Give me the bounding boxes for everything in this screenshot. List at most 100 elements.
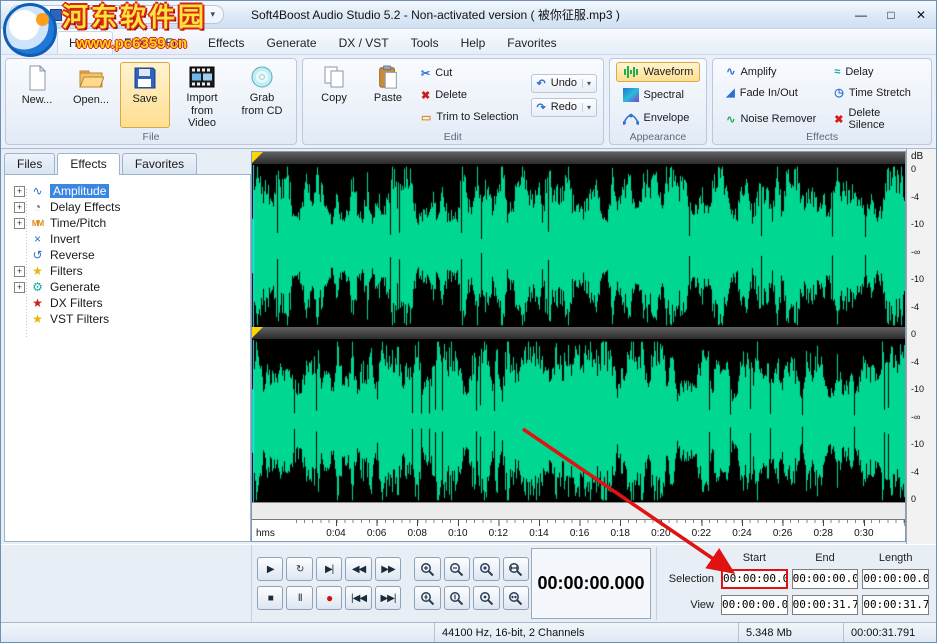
delete-button[interactable]: ✖ Delete — [417, 88, 523, 103]
grab-from-cd-button[interactable]: Grab from CD — [234, 62, 290, 128]
time-stretch-button[interactable]: ◷ Time Stretch — [827, 83, 925, 102]
tree-item-invert[interactable]: × Invert — [9, 231, 246, 247]
expand-icon[interactable]: + — [14, 186, 25, 197]
tree-item-amplitude[interactable]: + ∿ Amplitude — [9, 183, 246, 199]
tree-item-delay-effects[interactable]: + ◔ Delay Effects — [9, 199, 246, 215]
tree-item-reverse[interactable]: ↺ Reverse — [9, 247, 246, 263]
expand-icon[interactable]: + — [14, 282, 25, 293]
zoom-in-button[interactable] — [414, 557, 440, 581]
pause-button[interactable]: Ⅱ — [286, 586, 312, 610]
delete-silence-button[interactable]: ✖ Delete Silence — [827, 104, 925, 134]
expand-icon[interactable]: + — [14, 266, 25, 277]
menu-favorites[interactable]: Favorites — [496, 32, 567, 54]
play-button[interactable]: ▶ — [257, 557, 283, 581]
rewind-button[interactable]: ◀◀ — [345, 557, 371, 581]
menu-edit[interactable]: Edit — [154, 32, 197, 54]
waveform-editor[interactable]: hms0:040:060:080:100:120:140:160:180:200… — [251, 151, 906, 542]
zoom-out-button[interactable] — [444, 557, 470, 581]
view-end-field[interactable] — [792, 595, 859, 615]
selection-length-field[interactable] — [862, 569, 929, 589]
waveform-channel-right[interactable] — [252, 340, 905, 502]
open-button[interactable]: Open... — [66, 62, 116, 128]
redo-dropdown-icon[interactable]: ▾ — [582, 103, 591, 112]
zoom-fit-button[interactable] — [503, 586, 529, 610]
tree-item-dx-filters[interactable]: ★ DX Filters — [9, 295, 246, 311]
zoom-custom-button[interactable] — [473, 557, 499, 581]
save-button[interactable]: Save — [120, 62, 170, 128]
zoom-out-vertical-button[interactable] — [444, 586, 470, 610]
view-length-field[interactable] — [862, 595, 929, 615]
import-from-video-label: Import from Video — [178, 92, 226, 130]
menu-help[interactable]: Help — [450, 32, 497, 54]
minimize-button[interactable]: — — [846, 4, 876, 26]
quick-access-dropdown-icon[interactable]: ▾ — [210, 9, 215, 20]
tab-files[interactable]: Files — [4, 153, 55, 174]
clock-icon: ◷ — [834, 86, 844, 99]
quick-open-icon[interactable] — [34, 9, 46, 21]
quick-access-toolbar[interactable]: ▾ — [9, 5, 224, 24]
close-button[interactable]: ✕ — [906, 4, 936, 26]
go-to-end-button[interactable]: ▶▶| — [375, 586, 401, 610]
menu-effects[interactable]: Effects — [197, 32, 255, 54]
marker-bar-channel-2[interactable] — [252, 327, 905, 340]
record-button[interactable]: ● — [316, 586, 342, 610]
quick-wave-icon[interactable] — [66, 9, 78, 21]
star-icon: ★ — [30, 312, 45, 326]
trim-to-selection-button[interactable]: ▭ Trim to Selection — [417, 110, 523, 125]
new-button[interactable]: New... — [12, 62, 62, 128]
maximize-button[interactable]: □ — [876, 4, 906, 26]
waveform-channel-left[interactable] — [252, 165, 905, 327]
paste-button[interactable]: Paste — [363, 62, 413, 128]
selection-start-field[interactable] — [721, 569, 788, 589]
zoom-normal-button[interactable] — [473, 586, 499, 610]
waveform-scroll-strip[interactable] — [252, 502, 905, 519]
time-ruler[interactable]: hms0:040:060:080:100:120:140:160:180:200… — [252, 519, 905, 541]
noise-remover-button[interactable]: ∿ Noise Remover — [719, 104, 823, 134]
spectral-view-button[interactable]: Spectral — [616, 85, 701, 105]
noise-remover-icon: ∿ — [726, 113, 735, 126]
tree-item-generate[interactable]: + ⚙ Generate — [9, 279, 246, 295]
db-tick-label: 0 — [911, 329, 936, 339]
menu-tools[interactable]: Tools — [400, 32, 450, 54]
tab-effects[interactable]: Effects — [57, 153, 119, 175]
quick-save-icon[interactable] — [50, 9, 62, 21]
menu-dx-vst[interactable]: DX / VST — [328, 32, 400, 54]
amplify-button[interactable]: ∿ Amplify — [719, 62, 823, 81]
waveform-view-button[interactable]: Waveform — [616, 62, 701, 82]
zoom-selection-button[interactable] — [503, 557, 529, 581]
tree-item-filters[interactable]: + ★ Filters — [9, 263, 246, 279]
loop-play-button[interactable]: ↻ — [286, 557, 312, 581]
undo-button[interactable]: ↶ Undo ▾ — [531, 74, 597, 93]
menu-home[interactable]: Home — [57, 31, 113, 54]
envelope-view-button[interactable]: Envelope — [616, 108, 701, 128]
group-caption-appearance: Appearance — [610, 131, 707, 143]
fade-in-out-button[interactable]: ◢ Fade In/Out — [719, 83, 823, 102]
db-scale-labels: 0-4-10-∞-10-40-4-10-∞-10-40 — [911, 164, 936, 542]
redo-button[interactable]: ↷ Redo ▾ — [531, 98, 597, 117]
rewind-icon: ◀◀ — [352, 564, 365, 575]
undo-dropdown-icon[interactable]: ▾ — [582, 79, 591, 88]
import-from-video-button[interactable]: Import from Video — [174, 62, 230, 128]
sidebar: Files Effects Favorites + ∿ Amplitude + … — [1, 149, 251, 544]
cut-button[interactable]: ✂ Cut — [417, 66, 523, 81]
copy-button[interactable]: Copy — [309, 62, 359, 128]
menu-file[interactable]: File — [113, 32, 154, 54]
tree-item-vst-filters[interactable]: ★ VST Filters — [9, 311, 246, 327]
undo-arrow-icon: ↶ — [537, 77, 546, 90]
selection-end-field[interactable] — [792, 569, 859, 589]
forward-button[interactable]: ▶▶ — [375, 557, 401, 581]
play-file-button[interactable]: ▶| — [316, 557, 342, 581]
view-start-field[interactable] — [721, 595, 788, 615]
delay-button[interactable]: ≈ Delay — [827, 62, 925, 81]
menu-generate[interactable]: Generate — [256, 32, 328, 54]
go-to-start-button[interactable]: |◀◀ — [345, 586, 371, 610]
expand-icon[interactable]: + — [14, 202, 25, 213]
tree-item-time-pitch[interactable]: + MM Time/Pitch — [9, 215, 246, 231]
tab-favorites[interactable]: Favorites — [122, 153, 197, 174]
marker-bar-channel-1[interactable] — [252, 152, 905, 165]
stop-button[interactable]: ■ — [257, 586, 283, 610]
bottom-spacer — [1, 545, 251, 622]
expand-icon[interactable]: + — [14, 218, 25, 229]
zoom-in-vertical-button[interactable] — [414, 586, 440, 610]
quick-new-icon[interactable] — [18, 9, 30, 21]
